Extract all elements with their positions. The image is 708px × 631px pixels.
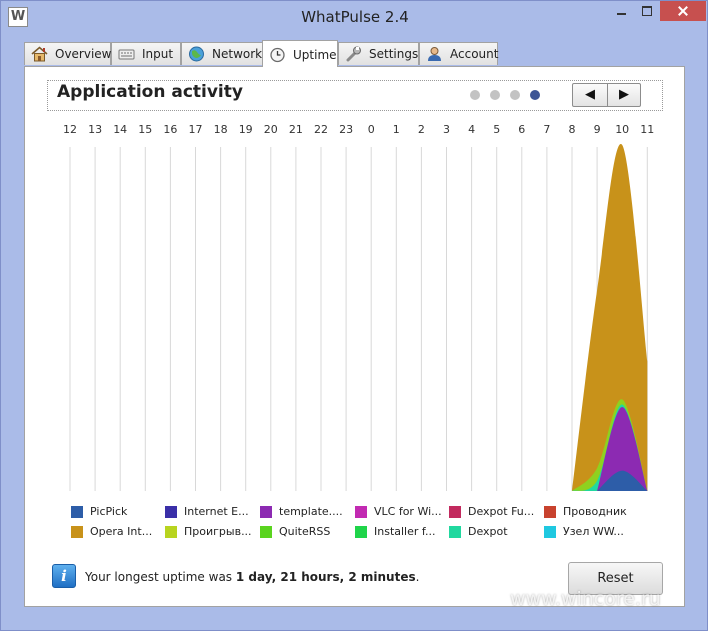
- page-title: Application activity: [57, 82, 243, 102]
- hour-tick-label: 17: [189, 123, 203, 136]
- tab-account[interactable]: Account: [419, 42, 498, 65]
- hour-tick-label: 13: [88, 123, 102, 136]
- legend-swatch: [71, 506, 83, 518]
- tab-network-label: Network: [212, 47, 263, 61]
- tab-overview-label: Overview: [55, 47, 112, 61]
- hour-tick-label: 16: [163, 123, 177, 136]
- keyboard-icon: [118, 49, 135, 60]
- legend-label: Dexpot Fu...: [468, 505, 535, 518]
- maximize-button[interactable]: [634, 1, 660, 21]
- legend-label: Opera Int...: [90, 525, 153, 538]
- tab-network[interactable]: Network: [181, 42, 263, 65]
- legend-label: Проводник: [563, 505, 627, 518]
- globe-icon: [189, 46, 204, 62]
- hour-tick-label: 7: [543, 123, 550, 136]
- hour-tick-label: 21: [289, 123, 303, 136]
- hour-tick-label: 19: [239, 123, 253, 136]
- user-icon: [428, 47, 441, 61]
- hour-tick-label: 14: [113, 123, 127, 136]
- pager-dot[interactable]: [530, 90, 540, 100]
- hour-tick-label: 4: [468, 123, 475, 136]
- legend-label: QuiteRSS: [279, 525, 331, 538]
- hour-tick-label: 22: [314, 123, 328, 136]
- legend-swatch: [355, 526, 367, 538]
- legend-swatch: [544, 506, 556, 518]
- hour-tick-label: 2: [418, 123, 425, 136]
- hour-tick-label: 10: [615, 123, 629, 136]
- tab-settings-label: Settings: [369, 47, 419, 61]
- hour-tick-label: 11: [640, 123, 654, 136]
- hour-tick-label: 15: [138, 123, 152, 136]
- legend-label: Узел WW...: [563, 525, 624, 538]
- hour-tick-label: 9: [594, 123, 601, 136]
- legend-swatch: [71, 526, 83, 538]
- hour-tick-label: 23: [339, 123, 353, 136]
- hour-tick-label: 6: [518, 123, 525, 136]
- next-button[interactable]: ▶: [607, 84, 641, 106]
- hour-tick-label: 0: [368, 123, 375, 136]
- hour-tick-label: 20: [264, 123, 278, 136]
- hour-tick-label: 5: [493, 123, 500, 136]
- uptime-panel: 12 13 14 15 16 17 18 19 20 21 22 23 0 1 2 3 4 5 6 7 8 9 10 11 A…: [24, 66, 685, 607]
- previous-button[interactable]: ◀: [573, 84, 608, 106]
- legend-label: Installer f...: [374, 525, 436, 538]
- tab-overview[interactable]: Overview: [24, 42, 112, 65]
- window-title: WhatPulse 2.4: [301, 8, 409, 26]
- longest-uptime-value: 1 day, 21 hours, 2 minutes: [235, 570, 416, 584]
- tab-account-label: Account: [450, 47, 499, 61]
- legend-swatch: [449, 526, 461, 538]
- legend-swatch: [355, 506, 367, 518]
- pager-dot[interactable]: [490, 90, 500, 100]
- hour-tick-label: 1: [393, 123, 400, 136]
- tab-uptime-label: Uptime: [293, 48, 337, 62]
- legend-label: VLC for Wi...: [374, 505, 442, 518]
- activity-header: Application activity ◀ ▶: [47, 80, 663, 111]
- pager-dot[interactable]: [510, 90, 520, 100]
- house-icon: [31, 46, 48, 62]
- legend-label: Dexpot: [468, 525, 508, 538]
- wrench-icon: [346, 46, 361, 62]
- legend-label: PicPick: [90, 505, 128, 518]
- legend-swatch: [260, 526, 272, 538]
- legend-swatch: [449, 506, 461, 518]
- hour-tick-label: 3: [443, 123, 450, 136]
- watermark: www.wincore.ru: [510, 588, 661, 610]
- legend-swatch: [165, 506, 177, 518]
- app-window: W WhatPulse 2.4 Overview Input Network U…: [0, 0, 708, 631]
- tab-uptime[interactable]: Uptime: [262, 40, 338, 67]
- tab-input[interactable]: Input: [111, 42, 181, 65]
- title-bar[interactable]: W WhatPulse 2.4: [1, 1, 707, 33]
- info-icon: i: [52, 564, 76, 588]
- pager-dot[interactable]: [470, 90, 480, 100]
- legend-label: Проигрыв...: [184, 525, 252, 538]
- hour-tick-label: 12: [63, 123, 77, 136]
- legend-swatch: [544, 526, 556, 538]
- legend-label: Internet E...: [184, 505, 249, 518]
- hour-tick-label: 18: [214, 123, 228, 136]
- legend-swatch: [260, 506, 272, 518]
- tab-input-label: Input: [142, 47, 174, 61]
- close-button[interactable]: [660, 1, 706, 21]
- minimize-button[interactable]: [608, 1, 634, 21]
- longest-uptime-text: Your longest uptime was 1 day, 21 hours,…: [85, 570, 420, 584]
- chart-navigation: ◀ ▶: [572, 83, 641, 107]
- hour-tick-label: 8: [569, 123, 576, 136]
- legend-label: template....: [279, 505, 343, 518]
- tab-settings[interactable]: Settings: [338, 42, 419, 65]
- clock-icon: [270, 47, 285, 63]
- legend-swatch: [165, 526, 177, 538]
